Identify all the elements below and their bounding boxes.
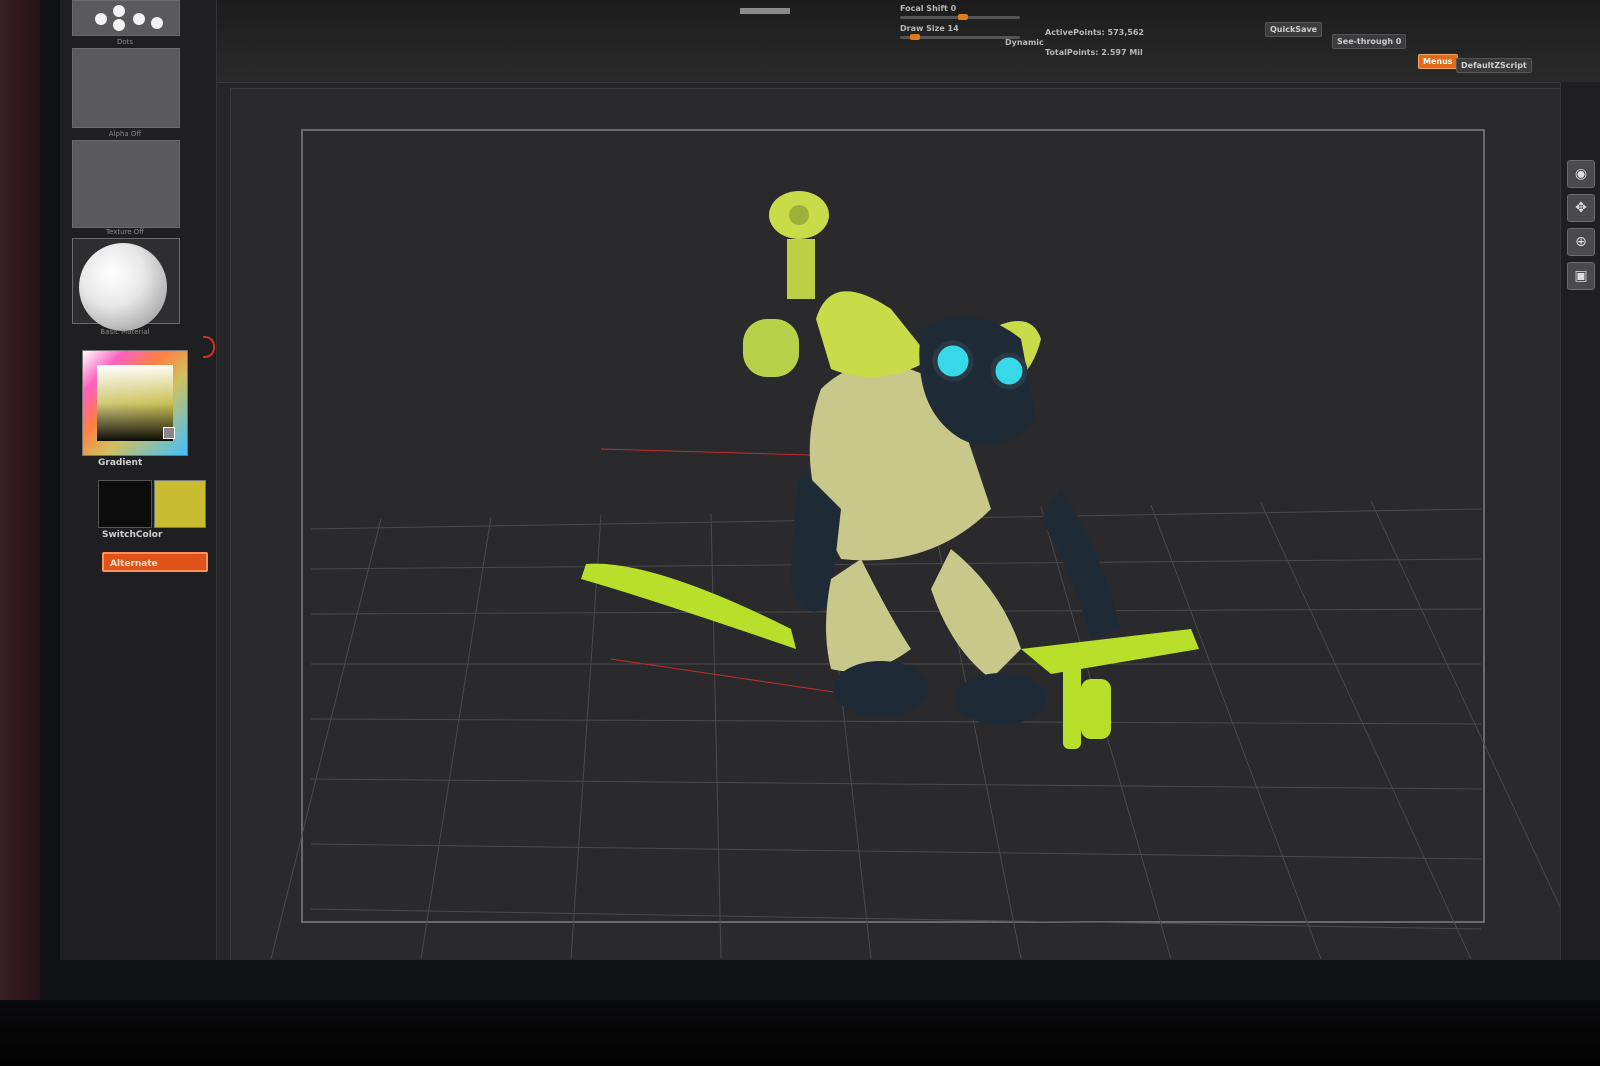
top-shelf: Focal Shift 0 Draw Size 14 Dynamic Activ… xyxy=(60,0,1600,83)
default-zscript-button[interactable]: DefaultZScript xyxy=(1456,58,1532,73)
alpha-thumbnail[interactable] xyxy=(72,48,180,128)
model-left-ear xyxy=(816,291,931,377)
color-picker-marker[interactable] xyxy=(163,427,175,439)
secondary-color-swatch[interactable] xyxy=(154,480,206,528)
rgb-intensity-slider[interactable] xyxy=(740,8,790,14)
model-right-eye xyxy=(990,352,1028,390)
alpha-label: Alpha Off xyxy=(108,130,142,138)
monitor-stand-shadow xyxy=(0,1000,1600,1066)
material-thumbnail[interactable] xyxy=(72,238,180,331)
color-picker-square[interactable] xyxy=(97,365,175,441)
texture-thumbnail[interactable] xyxy=(72,140,180,228)
tray-collapse-handle[interactable] xyxy=(203,336,215,358)
document-canvas[interactable] xyxy=(230,88,1562,960)
alternate-button[interactable]: Alternate xyxy=(102,552,208,572)
material-sphere-icon xyxy=(79,243,167,331)
scroll-icon[interactable]: ✥ xyxy=(1567,194,1595,222)
quicksave-button[interactable]: QuickSave xyxy=(1265,22,1323,37)
main-color-swatch[interactable] xyxy=(98,480,152,528)
right-tray: ◉ ✥ ⊕ ▣ xyxy=(1560,82,1600,960)
zoom-icon[interactable]: ⊕ xyxy=(1567,228,1595,256)
draw-size-slider[interactable] xyxy=(900,34,1020,40)
stroke-thumbnail[interactable] xyxy=(72,0,180,36)
zbrush-window: Focal Shift 0 Draw Size 14 Dynamic Activ… xyxy=(60,0,1600,960)
model-backpack-tank xyxy=(743,319,799,377)
model-left-boot xyxy=(833,661,929,717)
material-label: Basic Material xyxy=(100,328,150,336)
focal-shift-slider[interactable] xyxy=(900,14,1020,20)
see-through-slider[interactable]: See-through 0 xyxy=(1332,34,1407,49)
gradient-toggle[interactable]: Gradient xyxy=(98,458,142,468)
stroke-label: Dots xyxy=(116,38,134,46)
active-points-readout: ActivePoints: 573,562 xyxy=(1045,28,1144,37)
menus-button[interactable]: Menus xyxy=(1418,54,1458,69)
texture-label: Texture Off xyxy=(105,228,145,236)
model-tail xyxy=(581,563,796,649)
model-sprayer-gun xyxy=(1021,629,1199,674)
color-picker[interactable] xyxy=(82,350,188,456)
bpr-render-icon[interactable]: ◉ xyxy=(1567,160,1595,188)
focal-shift-label: Focal Shift 0 xyxy=(900,4,957,13)
draw-size-label: Draw Size 14 xyxy=(900,24,959,33)
model-right-boot xyxy=(955,673,1047,725)
left-tray: Dots Alpha Off Texture Off Basic Materia… xyxy=(60,0,217,960)
model-left-eye xyxy=(932,340,974,382)
actual-icon[interactable]: ▣ xyxy=(1567,262,1595,290)
dynamic-toggle[interactable]: Dynamic xyxy=(1005,38,1044,47)
model-right-arm xyxy=(1041,489,1121,639)
gas-mask-rat-model[interactable] xyxy=(231,89,1561,960)
switch-color-button[interactable]: SwitchColor xyxy=(102,530,162,540)
total-points-readout: TotalPoints: 2.597 Mil xyxy=(1045,48,1143,57)
